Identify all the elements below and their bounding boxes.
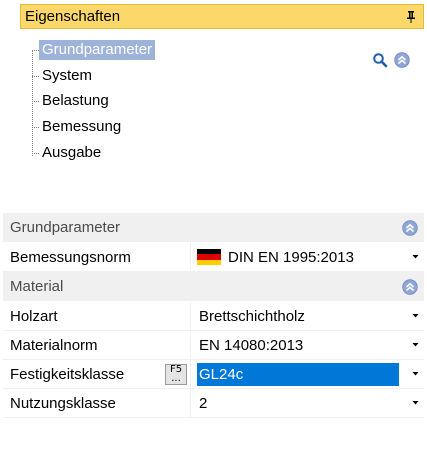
holzart-dropdown[interactable]: Brettschichtholz <box>191 302 424 330</box>
property-value: DIN EN 1995:2013 <box>228 248 354 266</box>
tree-item-belastung[interactable]: Belastung <box>32 90 112 112</box>
bemessungsnorm-dropdown[interactable]: DIN EN 1995:2013 <box>191 243 424 271</box>
nutzungsklasse-dropdown[interactable]: 2 <box>191 389 424 417</box>
germany-flag-icon <box>197 249 221 265</box>
property-value: 2 <box>199 394 208 412</box>
search-icon[interactable] <box>372 52 388 68</box>
tree-toolbar <box>372 52 410 68</box>
category-grundparameter[interactable]: Grundparameter <box>3 213 424 243</box>
collapse-icon[interactable] <box>402 278 418 295</box>
chevron-down-icon[interactable] <box>411 342 420 348</box>
festigkeitsklasse-dropdown[interactable]: GL24c <box>191 360 424 388</box>
property-row-holzart: Holzart Brettschichtholz <box>3 302 424 331</box>
tree-item-system[interactable]: System <box>32 65 95 87</box>
panel-title: Eigenschaften <box>25 8 121 25</box>
tree-connector <box>32 75 39 77</box>
property-row-materialnorm: Materialnorm EN 14080:2013 <box>3 331 424 360</box>
collapse-icon[interactable] <box>402 219 418 236</box>
chevron-down-icon[interactable] <box>411 371 420 377</box>
chevron-down-icon[interactable] <box>411 400 420 406</box>
tree-item-label: Grundparameter <box>39 40 156 60</box>
property-value: EN 14080:2013 <box>199 336 304 354</box>
property-label: Bemessungsnorm <box>10 248 131 266</box>
property-name: Holzart <box>3 302 191 330</box>
tree-connector <box>32 49 39 51</box>
tree-item-bemessung[interactable]: Bemessung <box>32 116 124 138</box>
materialnorm-dropdown[interactable]: EN 14080:2013 <box>191 331 424 359</box>
f5-ellipsis: ... <box>171 373 181 384</box>
tree-item-label: Belastung <box>42 92 109 109</box>
chevron-down-icon[interactable] <box>411 254 420 260</box>
property-row-nutzungsklasse: Nutzungsklasse 2 <box>3 389 424 418</box>
tree-item-label: System <box>42 67 93 84</box>
property-label: Materialnorm <box>10 336 98 354</box>
chevron-down-icon[interactable] <box>411 313 420 319</box>
pin-icon[interactable] <box>405 10 417 24</box>
tree-item-label: Ausgabe <box>42 144 102 161</box>
property-row-festigkeitsklasse: Festigkeitsklasse F5 ... GL24c <box>3 360 424 389</box>
property-grid: Grundparameter Bemessungsnorm DIN EN 199… <box>3 213 424 418</box>
tree-connector <box>32 126 39 128</box>
properties-titlebar: Eigenschaften <box>20 4 424 29</box>
navigation-tree: Grundparameter System Belastung Bemessun… <box>30 36 230 176</box>
tree-item-label: Bemessung <box>42 118 122 135</box>
category-material[interactable]: Material <box>3 272 424 302</box>
property-row-bemessungsnorm: Bemessungsnorm DIN EN 1995:2013 <box>3 243 424 272</box>
tree-connector <box>32 100 39 102</box>
property-label: Holzart <box>10 307 58 325</box>
tree-item-ausgabe[interactable]: Ausgabe <box>32 142 104 164</box>
property-name: Festigkeitsklasse F5 ... <box>3 360 191 388</box>
property-name: Nutzungsklasse <box>3 389 191 417</box>
f5-library-button[interactable]: F5 ... <box>165 363 187 385</box>
category-title: Material <box>10 278 64 295</box>
property-value: Brettschichtholz <box>199 307 305 325</box>
property-label: Festigkeitsklasse <box>10 365 125 383</box>
property-label: Nutzungsklasse <box>10 394 116 412</box>
property-name: Materialnorm <box>3 331 191 359</box>
collapse-all-icon[interactable] <box>394 52 410 68</box>
category-title: Grundparameter <box>10 219 121 236</box>
property-value[interactable]: GL24c <box>197 362 399 386</box>
tree-item-grundparameter[interactable]: Grundparameter <box>32 39 156 61</box>
property-name: Bemessungsnorm <box>3 243 191 271</box>
tree-connector <box>32 152 39 154</box>
